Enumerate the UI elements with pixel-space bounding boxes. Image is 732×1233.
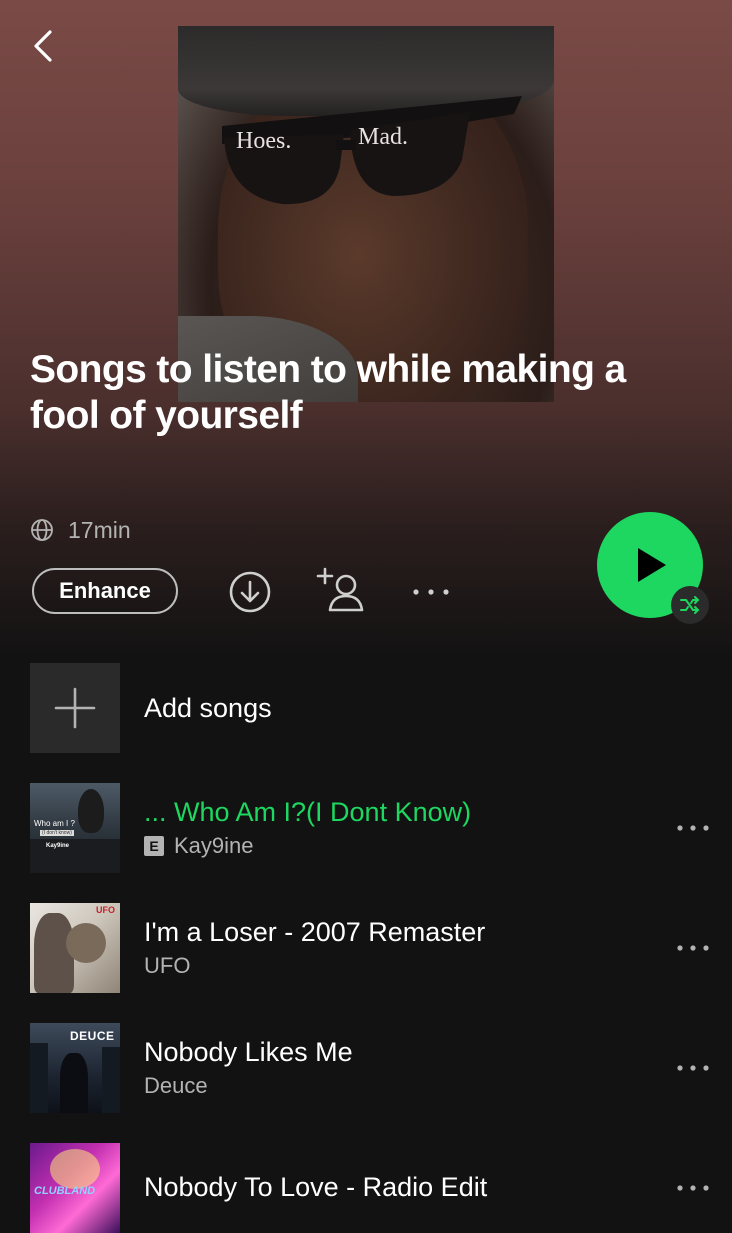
track-4-more-button[interactable] — [668, 1168, 718, 1208]
track-row-4[interactable]: CLUBLAND Nobody To Love - Radio Edit — [30, 1143, 720, 1233]
track-4-title: Nobody To Love - Radio Edit — [144, 1172, 488, 1202]
track-2-info: I'm a Loser - 2007 Remaster UFO — [144, 915, 668, 981]
more-icon — [413, 589, 449, 595]
track-1-info: ... Who Am I?(I Dont Know) E Kay9ine — [144, 795, 668, 861]
playlist-cover-image: Hoes. Mad. — [178, 26, 554, 402]
playlist-title: Songs to listen to while making a fool o… — [30, 348, 626, 437]
add-songs-label: Add songs — [144, 692, 272, 723]
track-3-artist: Deuce — [144, 1073, 208, 1098]
track-2-artist: UFO — [144, 953, 191, 978]
track-1-art-text-3: Kay9ine — [46, 843, 70, 849]
track-4-album-art: CLUBLAND — [30, 1143, 120, 1233]
globe-icon — [31, 519, 53, 541]
cover-left-lens-text: Hoes. — [236, 128, 292, 154]
download-icon — [229, 571, 271, 613]
enhance-button[interactable]: Enhance — [32, 568, 178, 614]
playlist-duration: 17min — [68, 516, 131, 543]
more-icon — [677, 1185, 709, 1191]
playlist-meta: 17min — [30, 516, 131, 544]
track-2-more-button[interactable] — [668, 928, 718, 968]
track-3-more-button[interactable] — [668, 1048, 718, 1088]
track-2-title: I'm a Loser - 2007 Remaster — [144, 917, 486, 947]
track-1-art-text-2: (I don't know) — [40, 830, 74, 836]
more-icon — [677, 945, 709, 951]
add-songs-box — [30, 663, 120, 753]
track-1-art-text-1: Who am I ? — [34, 819, 75, 828]
more-icon — [677, 825, 709, 831]
track-3-title: Nobody Likes Me — [144, 1037, 353, 1067]
track-2-album-art: UFO — [30, 903, 120, 993]
track-3-album-art: DEUCE — [30, 1023, 120, 1113]
shuffle-button[interactable] — [671, 586, 709, 624]
play-icon — [638, 548, 666, 582]
more-options-button[interactable] — [410, 580, 452, 609]
more-icon — [677, 1065, 709, 1071]
sunglasses-graphic — [222, 96, 522, 205]
track-1-artist: Kay9ine — [174, 833, 254, 858]
chevron-left-icon — [34, 30, 52, 62]
track-1-title: ... Who Am I?(I Dont Know) — [144, 797, 472, 827]
track-3-art-text: DEUCE — [70, 1029, 115, 1043]
download-button[interactable] — [229, 571, 271, 618]
add-user-icon — [316, 567, 364, 612]
track-row-1[interactable]: Who am I ? (I don't know) Kay9ine ... Wh… — [30, 783, 720, 873]
add-collaborator-button[interactable] — [316, 566, 366, 619]
track-4-info: Nobody To Love - Radio Edit — [144, 1170, 668, 1206]
back-button[interactable] — [28, 26, 64, 66]
shuffle-icon — [680, 596, 700, 614]
track-row-2[interactable]: UFO I'm a Loser - 2007 Remaster UFO — [30, 903, 720, 993]
track-1-artist-line: E Kay9ine — [144, 831, 668, 861]
cover-right-lens-text: Mad. — [358, 124, 408, 150]
plus-icon — [54, 687, 96, 729]
explicit-badge: E — [144, 836, 164, 856]
add-songs-row[interactable]: Add songs — [30, 663, 710, 753]
track-3-info: Nobody Likes Me Deuce — [144, 1035, 668, 1101]
track-row-3[interactable]: DEUCE Nobody Likes Me Deuce — [30, 1023, 720, 1113]
track-1-album-art: Who am I ? (I don't know) Kay9ine — [30, 783, 120, 873]
track-1-more-button[interactable] — [668, 808, 718, 848]
track-2-art-text: UFO — [96, 905, 115, 915]
track-4-art-text: CLUBLAND — [34, 1185, 96, 1197]
